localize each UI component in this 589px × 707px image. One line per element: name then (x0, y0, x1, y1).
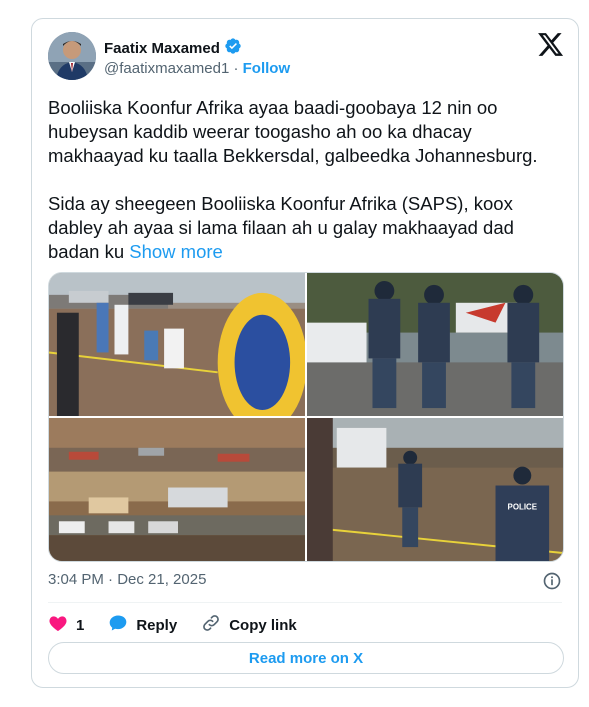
avatar[interactable] (48, 32, 96, 80)
author-name[interactable]: Faatix Maxamed (104, 40, 220, 57)
tweet-card: Faatix Maxamed @faatixmaxamed1 · Follow … (31, 18, 579, 688)
police-vest-label: POLICE (508, 502, 538, 511)
author-name-row[interactable]: Faatix Maxamed (104, 37, 242, 59)
reply-bubble-icon (108, 613, 128, 637)
divider (48, 602, 562, 603)
reply-label: Reply (136, 616, 178, 634)
like-count: 1 (76, 616, 85, 634)
copy-link-button[interactable]: Copy link (201, 613, 297, 637)
author-handle[interactable]: @faatixmaxamed1 (104, 60, 229, 77)
reply-button[interactable]: Reply (108, 613, 177, 637)
post-text: Booliiska Koonfur Afrika ayaa baadi-goob… (48, 96, 568, 264)
handle-separator: · (233, 60, 239, 77)
follow-button[interactable]: Follow (243, 60, 291, 77)
heart-icon (48, 613, 68, 637)
media-grid: POLICE (48, 272, 564, 562)
show-more-link[interactable]: Show more (129, 241, 223, 262)
read-more-button[interactable]: Read more on X (48, 642, 564, 674)
photo-crime-scene[interactable] (49, 273, 305, 416)
photo-township-aerial[interactable] (49, 418, 305, 561)
like-button[interactable]: 1 (48, 613, 84, 637)
link-icon (201, 613, 221, 637)
info-icon[interactable] (542, 571, 562, 591)
action-bar: 1 Reply Copy link (48, 613, 321, 637)
x-logo-icon[interactable] (538, 33, 564, 57)
photo-officers-armed[interactable] (307, 273, 563, 416)
photo-police-cordon[interactable]: POLICE (307, 418, 563, 561)
post-timestamp[interactable]: 3:04 PM · Dec 21, 2025 (48, 571, 206, 588)
verified-badge-icon (224, 37, 242, 59)
post-body: Booliiska Koonfur Afrika ayaa baadi-goob… (48, 97, 538, 262)
copy-link-label: Copy link (229, 616, 297, 634)
author-handle-row: @faatixmaxamed1 · Follow (104, 60, 290, 77)
